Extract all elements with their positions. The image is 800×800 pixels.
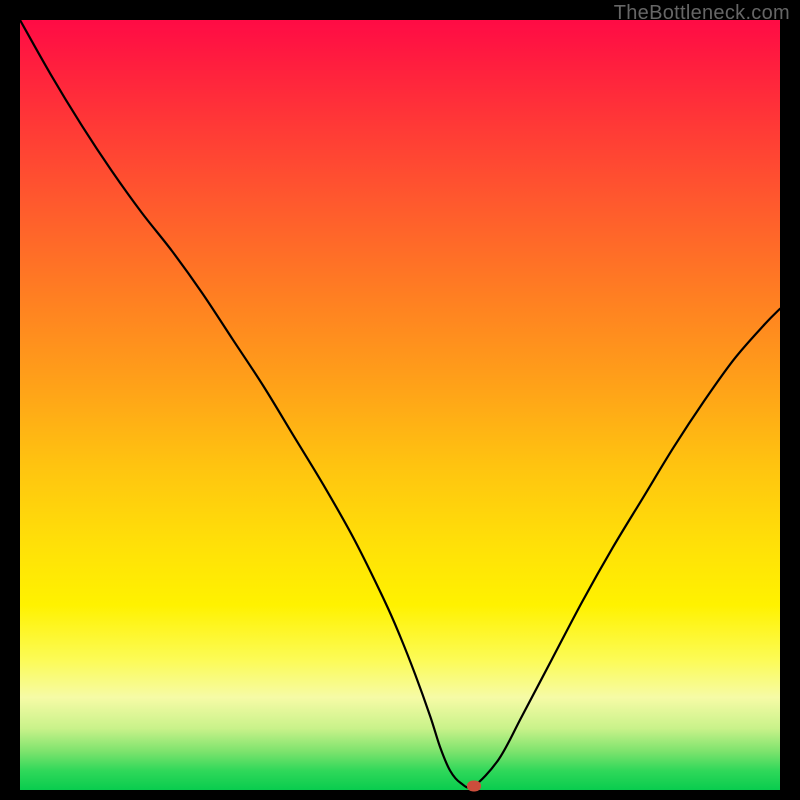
plot-area	[20, 20, 780, 790]
curve-svg	[20, 20, 780, 790]
bottleneck-curve	[20, 20, 780, 788]
selected-point-marker	[467, 781, 481, 792]
chart-root: TheBottleneck.com	[0, 0, 800, 800]
watermark-text: TheBottleneck.com	[614, 2, 790, 25]
